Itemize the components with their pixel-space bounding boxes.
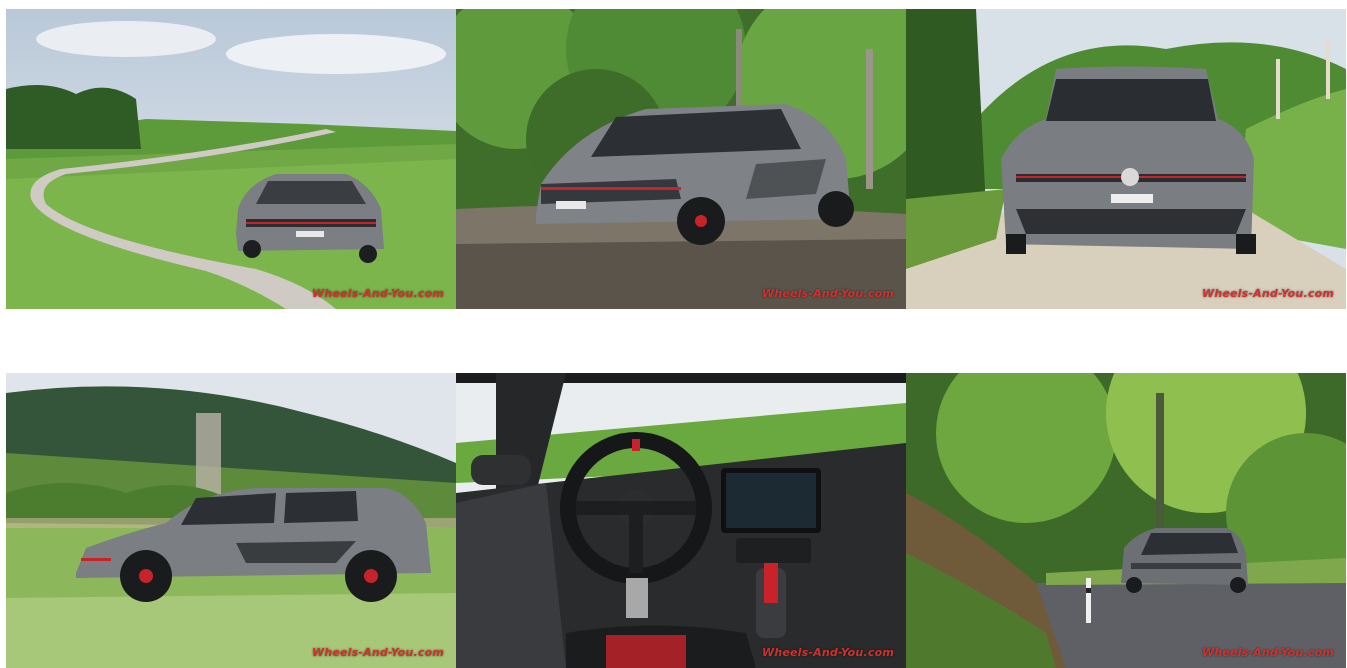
car-body <box>1121 528 1248 593</box>
photo-car-side-motion-image <box>6 373 456 668</box>
photo-car-interior-dashboard[interactable]: Wheels-And-You.com <box>456 373 906 668</box>
photo-car-road-hills-image <box>6 9 456 309</box>
photo-car-road-hills[interactable]: Wheels-And-You.com <box>6 9 456 309</box>
watermark-text: Wheels-And-You.com <box>762 646 894 659</box>
car-body <box>236 174 384 263</box>
photo-car-forest-front[interactable]: Wheels-And-You.com <box>456 9 906 309</box>
watermark-text: Wheels-And-You.com <box>312 646 444 659</box>
photo-car-rear-forest-road-image <box>906 373 1346 668</box>
photo-car-interior-dashboard-image <box>456 373 906 668</box>
photo-car-front-grass-path[interactable]: Wheels-And-You.com <box>906 9 1346 309</box>
watermark-text: Wheels-And-You.com <box>312 287 444 300</box>
watermark-text: Wheels-And-You.com <box>1202 646 1334 659</box>
photo-car-front-grass-path-image <box>906 9 1346 309</box>
watermark-text: Wheels-And-You.com <box>762 287 894 300</box>
watermark-text: Wheels-And-You.com <box>1202 287 1334 300</box>
photo-car-rear-forest-road[interactable]: Wheels-And-You.com <box>906 373 1346 668</box>
photo-car-forest-front-image <box>456 9 906 309</box>
photo-car-side-motion[interactable]: Wheels-And-You.com <box>6 373 456 668</box>
